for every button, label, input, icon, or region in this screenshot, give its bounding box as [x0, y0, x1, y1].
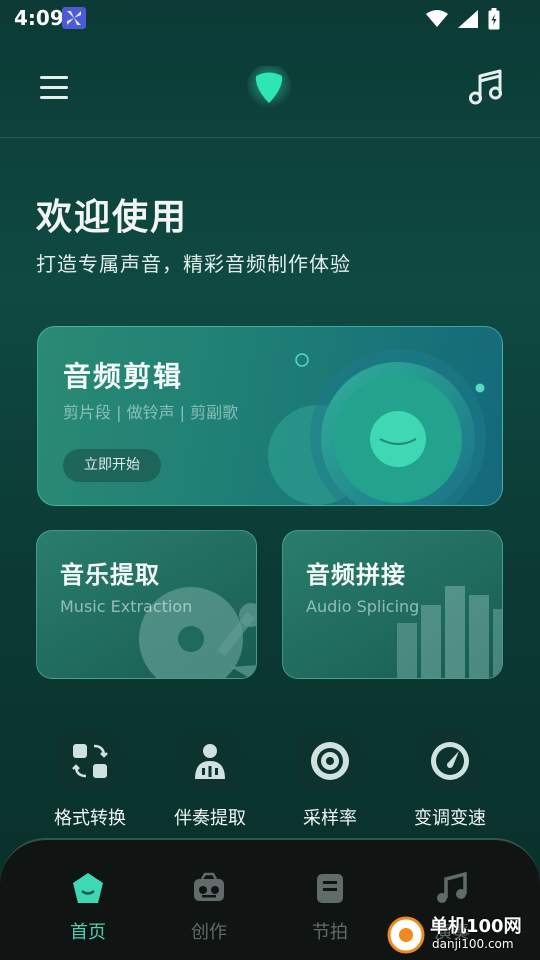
tool-label: 采样率 [303, 808, 357, 829]
tool-label: 格式转换 [54, 808, 126, 829]
guitar-pick-logo-icon [247, 64, 291, 110]
nav-metronome[interactable]: 节拍 [275, 870, 385, 944]
welcome-subtitle: 打造专属声音，精彩音频制作体验 [36, 252, 351, 276]
app-notification-icon [62, 7, 86, 29]
audio-splicing-subtitle: Audio Splicing [306, 597, 420, 616]
nav-home[interactable]: 首页 [33, 870, 143, 944]
tool-pitch-speed[interactable]: 变调变速 [390, 728, 510, 830]
create-icon [191, 870, 227, 906]
music-extraction-subtitle: Music Extraction [60, 597, 193, 616]
disc-illustration [139, 587, 256, 678]
watermark-logo-icon [387, 916, 425, 954]
format-convert-icon [57, 728, 123, 794]
audio-splicing-title: 音频拼接 [306, 561, 406, 589]
audio-splicing-card[interactable]: 音频拼接 Audio Splicing [282, 530, 503, 679]
speaker-illustration [268, 349, 486, 505]
wifi-icon [426, 10, 448, 32]
metronome-icon [312, 870, 348, 906]
nav-label: 首页 [70, 922, 106, 943]
perform-icon [434, 870, 470, 906]
sample-rate-icon [297, 728, 363, 794]
nav-label: 创作 [191, 922, 227, 943]
site-watermark: 单机100网 danji100.com [386, 912, 536, 958]
audio-edit-title: 音频剪辑 [63, 360, 184, 393]
bars-illustration [397, 586, 502, 678]
pitch-speed-icon [417, 728, 483, 794]
hamburger-menu-icon[interactable] [38, 72, 70, 104]
music-note-icon[interactable] [468, 68, 504, 106]
audio-edit-card[interactable]: 音频剪辑 剪片段 | 做铃声 | 剪副歌 立即开始 [37, 326, 503, 506]
nav-label: 节拍 [312, 922, 348, 943]
tool-format-convert[interactable]: 格式转换 [30, 728, 150, 830]
status-time: 4:09 [14, 6, 64, 30]
status-bar: 4:09 [0, 0, 540, 36]
home-icon [70, 870, 106, 906]
tool-label: 伴奏提取 [174, 808, 246, 829]
accompaniment-extract-icon [177, 728, 243, 794]
tool-label: 变调变速 [414, 808, 486, 829]
audio-edit-tags: 剪片段 | 做铃声 | 剪副歌 [63, 403, 239, 422]
tool-sample-rate[interactable]: 采样率 [270, 728, 390, 830]
nav-create[interactable]: 创作 [154, 870, 264, 944]
music-extraction-title: 音乐提取 [60, 561, 160, 589]
top-bar [0, 50, 540, 138]
watermark-text: 单机100网 [430, 916, 522, 937]
tool-accompaniment-extract[interactable]: 伴奏提取 [150, 728, 270, 830]
signal-icon [458, 10, 478, 32]
music-extraction-card[interactable]: 音乐提取 Music Extraction [36, 530, 257, 679]
watermark-url: danji100.com [432, 937, 514, 951]
battery-icon [488, 8, 500, 34]
start-now-button[interactable]: 立即开始 [63, 449, 161, 482]
welcome-title: 欢迎使用 [36, 197, 189, 238]
